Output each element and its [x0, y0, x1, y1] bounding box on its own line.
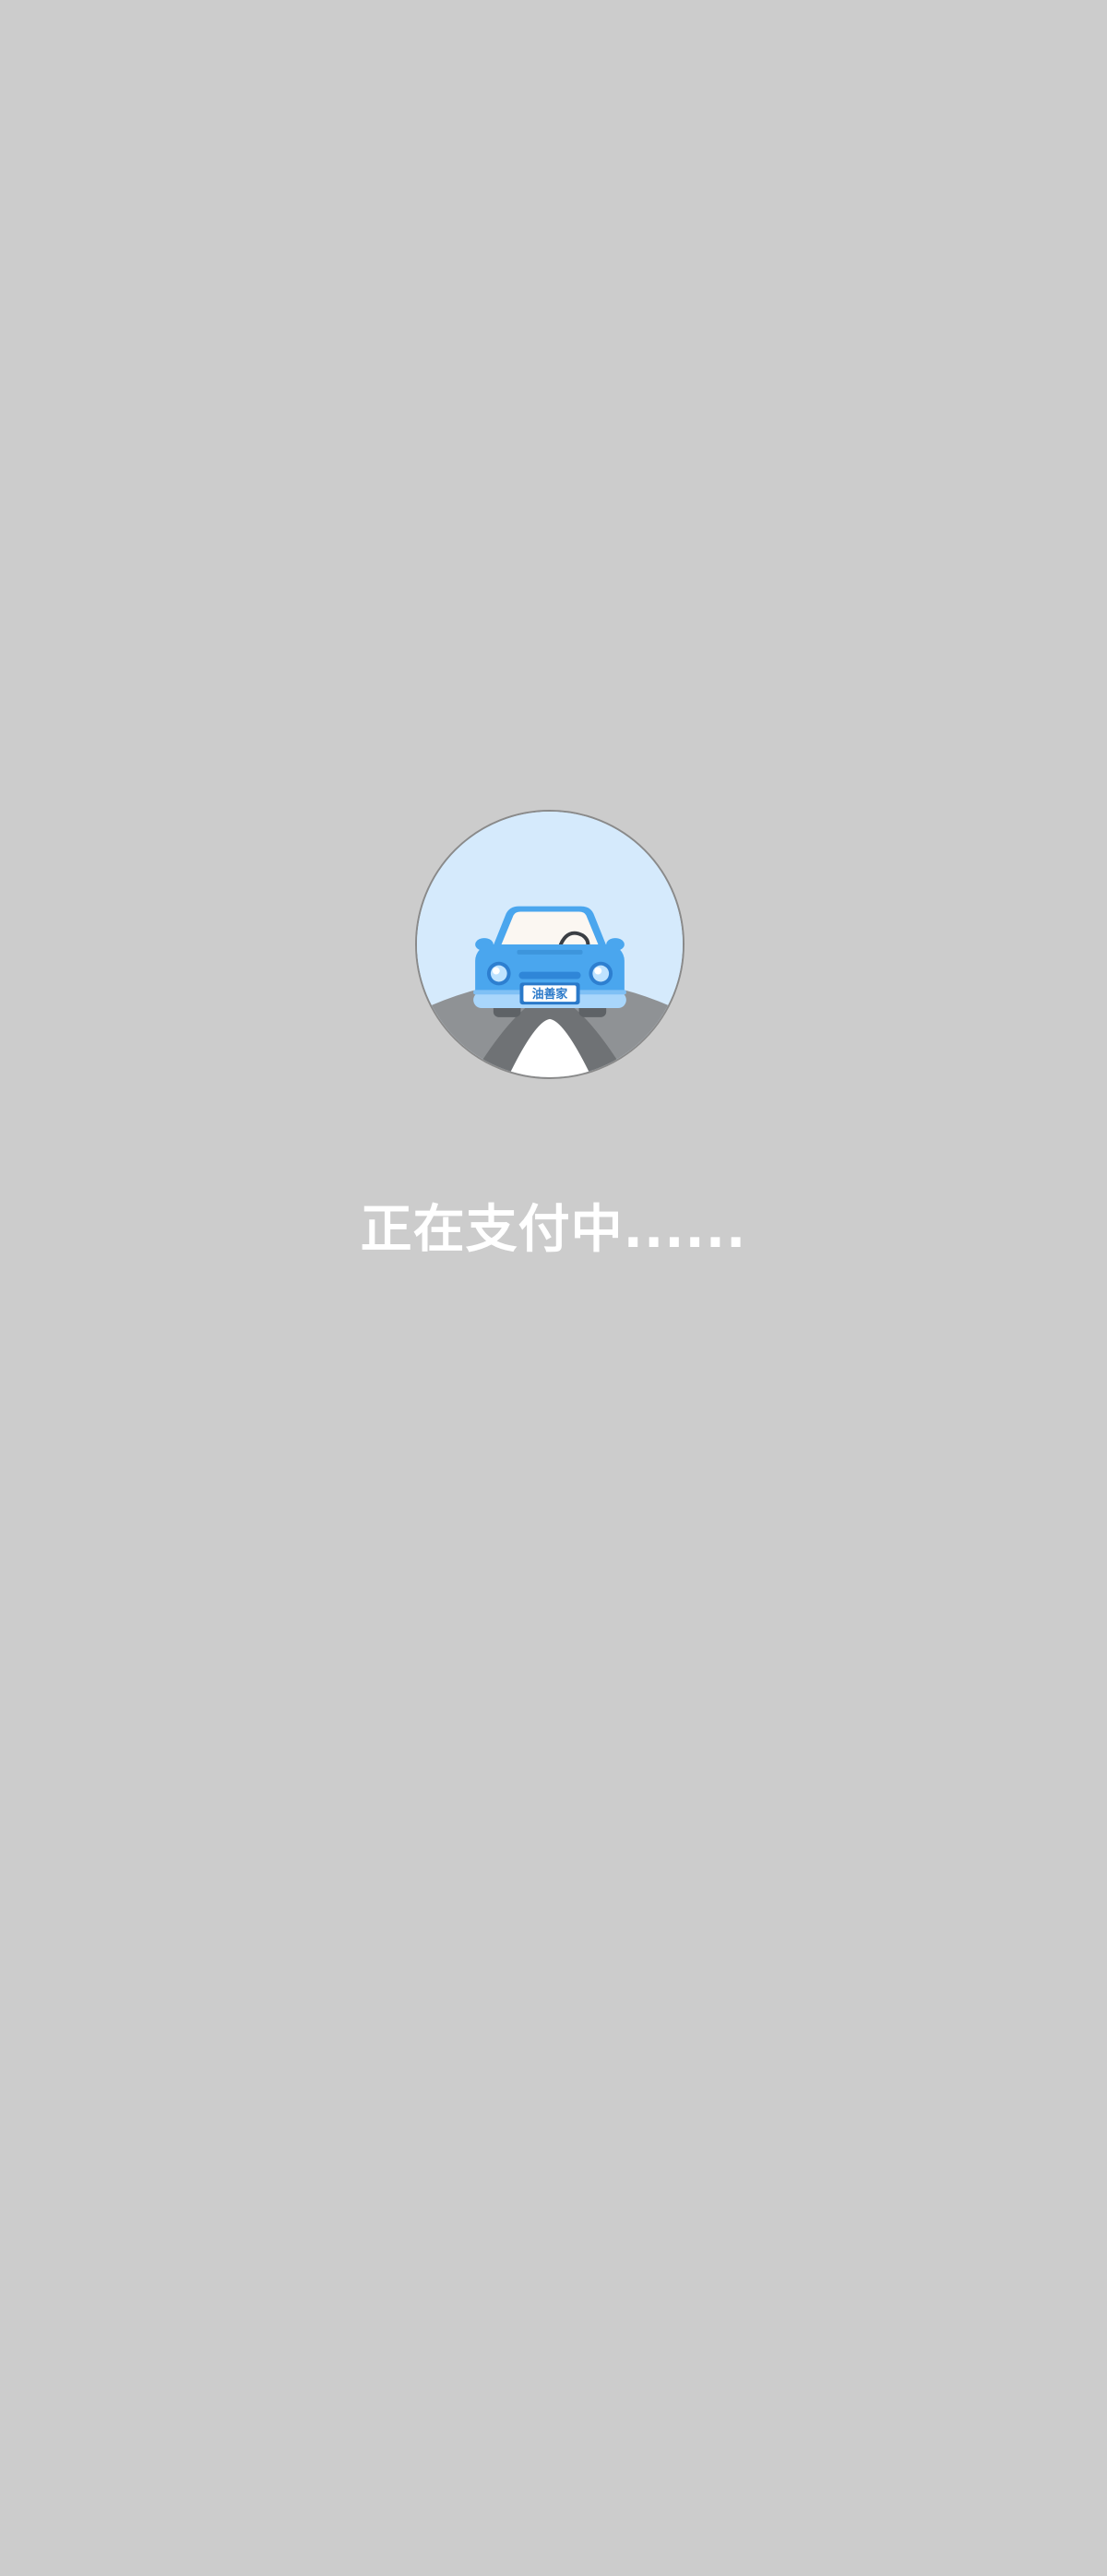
loading-illustration: 油善家	[415, 810, 684, 1079]
license-plate-text: 油善家	[532, 987, 568, 1002]
payment-status-message: 正在支付中......	[360, 1200, 747, 1260]
